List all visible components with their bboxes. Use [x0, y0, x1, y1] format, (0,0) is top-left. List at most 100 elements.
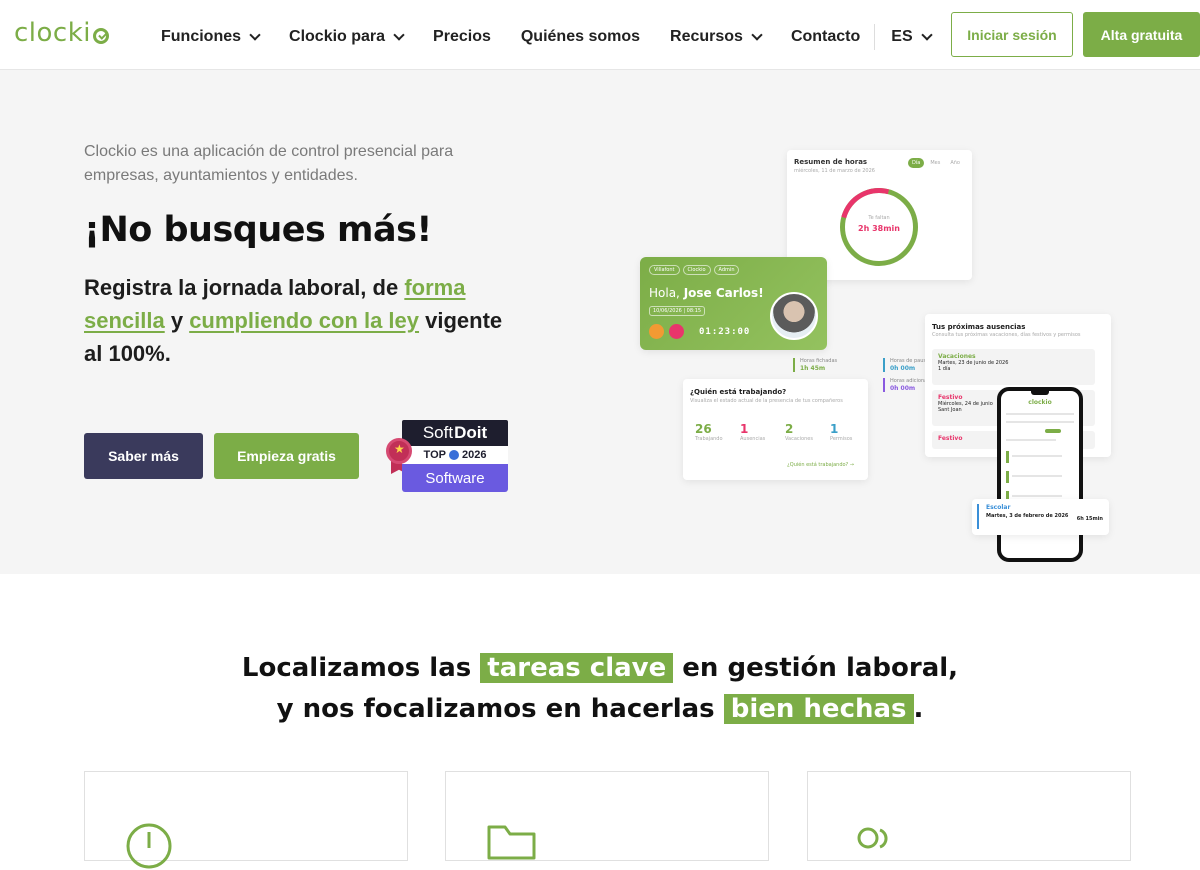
- presence-counts: 26 Trabajando 1 Ausencias 2 Vacaciones 1 Per…: [695, 422, 875, 442]
- menu-quienes-somos[interactable]: Quiénes somos: [521, 28, 640, 46]
- school-type: Escolar: [986, 504, 1011, 511]
- phone-app-title: clockio: [1028, 399, 1052, 406]
- avatar: [770, 292, 818, 340]
- login-button[interactable]: Iniciar sesión: [951, 12, 1073, 57]
- menu-recursos[interactable]: Recursos: [670, 28, 763, 46]
- empieza-gratis-button[interactable]: Empieza gratis: [214, 433, 359, 479]
- menu-label: Contacto: [790, 28, 861, 45]
- saber-mas-button[interactable]: Saber más: [84, 433, 203, 479]
- menu-label: Clockio para: [289, 28, 386, 45]
- dashboard-mockup: Resumen de horas miércoles, 11 de marzo …: [640, 150, 1120, 562]
- menu-label: Quiénes somos: [520, 28, 641, 45]
- hero-description: Registra la jornada laboral, de forma se…: [84, 271, 524, 370]
- hero-subtitle: Clockio es una aplicación de control pre…: [84, 143, 454, 184]
- badge-brand-bold: Doit: [454, 423, 488, 442]
- count-label: Ausencias: [740, 436, 766, 442]
- count-label: Vacaciones: [785, 436, 813, 442]
- menu-label: Funciones: [161, 28, 242, 45]
- phone-line: [1006, 439, 1056, 441]
- phone-line: [1012, 455, 1062, 457]
- count-absences: 1 Ausencias: [740, 422, 785, 442]
- tab-mes: Mes: [930, 160, 941, 166]
- users-icon: [857, 827, 888, 849]
- tag: Clockio: [682, 265, 711, 275]
- clockio-logo[interactable]: clocki: [14, 18, 110, 48]
- count-permits: 1 Permisos: [830, 422, 875, 442]
- count-label: Trabajando: [695, 436, 723, 442]
- count-working: 26 Trabajando: [695, 422, 740, 442]
- link-cumpliendo-ley[interactable]: cumpliendo con la ley: [189, 308, 419, 333]
- chevron-down-icon: [920, 29, 933, 41]
- ring-label: Te faltan: [868, 215, 890, 221]
- greeting-word: Hola,: [649, 286, 680, 300]
- hours-ring-chart: Te faltan 2h 38min: [840, 188, 918, 266]
- heading-text: en gestión laboral,: [673, 653, 959, 683]
- folder-icon: [487, 825, 536, 860]
- absence-extra: 1 día: [938, 366, 951, 372]
- logo-check-icon: [93, 28, 110, 44]
- phone-item-bar: [1006, 451, 1009, 463]
- school-bar: [977, 504, 979, 529]
- phone-line: [1012, 495, 1062, 497]
- school-date: Martes, 3 de febrero de 2026: [986, 513, 1069, 519]
- chevron-down-icon: [249, 29, 261, 41]
- nav-divider: [874, 24, 876, 50]
- school-absence-card: Escolar Martes, 3 de febrero de 2026 6h …: [972, 499, 1109, 535]
- chevron-down-icon: [393, 29, 405, 41]
- menu-contacto[interactable]: Contacto: [791, 28, 860, 46]
- feature-card-2[interactable]: [445, 771, 769, 861]
- count-vacations: 2 Vacaciones: [785, 422, 830, 442]
- period-tabs: Día Mes Año: [906, 158, 964, 168]
- who-link: ¿Quién está trabajando? →: [787, 462, 854, 468]
- rosette-star-icon: [386, 438, 412, 464]
- heading-text: .: [913, 694, 924, 724]
- card-title: ¿Quién está trabajando?: [690, 388, 787, 396]
- section-heading-line-2: y nos focalizamos en hacerlas bien hecha…: [0, 689, 1200, 730]
- card-subtitle: Consulta tus próximas vacaciones, días f…: [932, 332, 1081, 338]
- greeting-date: 10/06/2026 | 08:15: [649, 306, 706, 316]
- absence-row: Vacaciones Martes, 23 de junio de 2026 1…: [932, 349, 1095, 385]
- stat-worked: Horas fichadas 1h 45m: [793, 358, 837, 372]
- language-selector[interactable]: ES: [891, 28, 933, 46]
- greeting-card: Villafont Clockio Admin Hola, Jose Carlo…: [640, 257, 827, 350]
- timer-value: 01:23:00: [699, 326, 751, 337]
- menu-funciones[interactable]: Funciones: [161, 28, 261, 46]
- top-navbar: clocki Funciones Clockio para Precios Qu…: [0, 0, 1200, 70]
- card-title: Resumen de horas: [794, 158, 868, 166]
- absence-type: Vacaciones: [938, 353, 976, 360]
- phone-line: [1006, 421, 1074, 423]
- heading-text: Localizamos las: [241, 653, 481, 683]
- language-label: ES: [891, 28, 913, 45]
- chevron-down-icon: [751, 29, 763, 41]
- stat-label: Horas de pausa: [890, 358, 930, 364]
- signup-button[interactable]: Alta gratuita: [1083, 12, 1200, 57]
- phone-item-bar: [1006, 471, 1009, 483]
- hero-desc-text: y: [164, 308, 190, 333]
- phone-tab: [1045, 429, 1061, 433]
- feature-card-1[interactable]: [84, 771, 408, 869]
- phone-line: [1006, 413, 1074, 415]
- badge-brand: Soft Doit: [402, 420, 508, 446]
- phone-notch: [1031, 391, 1049, 395]
- pause-icon: [649, 324, 664, 339]
- clock-icon: [126, 823, 172, 869]
- heading-highlight: tareas clave: [480, 653, 674, 683]
- timer-controls: 01:23:00: [649, 324, 750, 339]
- card-title: Tus próximas ausencias: [932, 323, 1026, 331]
- greeting-text: Hola, Jose Carlos!: [649, 286, 764, 300]
- phone-mockup: clockio: [997, 387, 1083, 562]
- hero-title: ¡No busques más!: [84, 210, 432, 250]
- hero-section: Clockio es una aplicación de control pre…: [0, 70, 1200, 574]
- menu-label: Precios: [433, 28, 491, 45]
- menu-clockio-para[interactable]: Clockio para: [289, 28, 405, 46]
- school-duration: 6h 15min: [1076, 516, 1103, 522]
- section-heading: Localizamos las tareas clave en gestión …: [0, 648, 1200, 730]
- tag: Villafont: [649, 265, 680, 275]
- badge-brand-light: Soft: [422, 423, 454, 442]
- who-is-working-card: ¿Quién está trabajando? Visualiza el est…: [683, 379, 868, 480]
- menu-precios[interactable]: Precios: [433, 28, 491, 46]
- feature-card-3[interactable]: [807, 771, 1131, 861]
- badge-category: Software: [402, 464, 508, 492]
- stat-pause: Horas de pausa 0h 00m: [883, 358, 929, 372]
- greeting-tags: Villafont Clockio Admin: [649, 265, 742, 275]
